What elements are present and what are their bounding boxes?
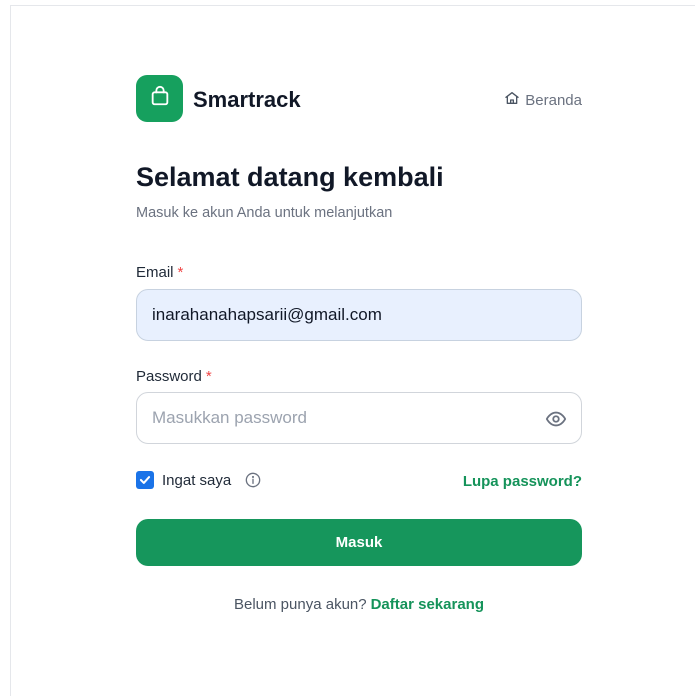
remember-label: Ingat saya bbox=[162, 471, 232, 489]
info-icon[interactable] bbox=[245, 472, 261, 488]
remember-me: Ingat saya bbox=[136, 471, 261, 489]
signup-link[interactable]: Daftar sekarang bbox=[371, 596, 484, 613]
home-link-label: Beranda bbox=[525, 91, 582, 109]
password-field-wrapper bbox=[136, 392, 582, 444]
required-mark: * bbox=[205, 368, 212, 385]
page-subtitle: Masuk ke akun Anda untuk melanjutkan bbox=[136, 205, 393, 221]
remember-checkbox[interactable] bbox=[136, 471, 154, 489]
home-icon bbox=[504, 90, 520, 110]
forgot-password-link[interactable]: Lupa password? bbox=[463, 473, 582, 490]
brand-name: Smartrack bbox=[193, 87, 301, 112]
home-link[interactable]: Beranda bbox=[504, 90, 582, 110]
password-field[interactable] bbox=[137, 393, 581, 443]
header: Smartrack Beranda bbox=[136, 75, 582, 123]
login-card: Smartrack Beranda Selamat datang kembali… bbox=[136, 75, 582, 613]
password-label: Password * bbox=[136, 368, 212, 385]
login-button[interactable]: Masuk bbox=[136, 519, 582, 566]
email-field-wrapper bbox=[136, 289, 582, 341]
eye-icon[interactable] bbox=[545, 408, 567, 435]
email-label-text: Email bbox=[136, 264, 174, 281]
signup-prompt-text: Belum punya akun? bbox=[234, 596, 367, 613]
page-title: Selamat datang kembali bbox=[136, 162, 444, 192]
email-field[interactable] bbox=[137, 290, 581, 340]
logo bbox=[136, 75, 183, 122]
required-mark: * bbox=[177, 264, 184, 281]
signup-prompt: Belum punya akun? Daftar sekarang bbox=[136, 596, 582, 613]
shopping-bag-icon bbox=[149, 85, 171, 112]
password-label-text: Password bbox=[136, 368, 202, 385]
email-label: Email * bbox=[136, 264, 183, 281]
